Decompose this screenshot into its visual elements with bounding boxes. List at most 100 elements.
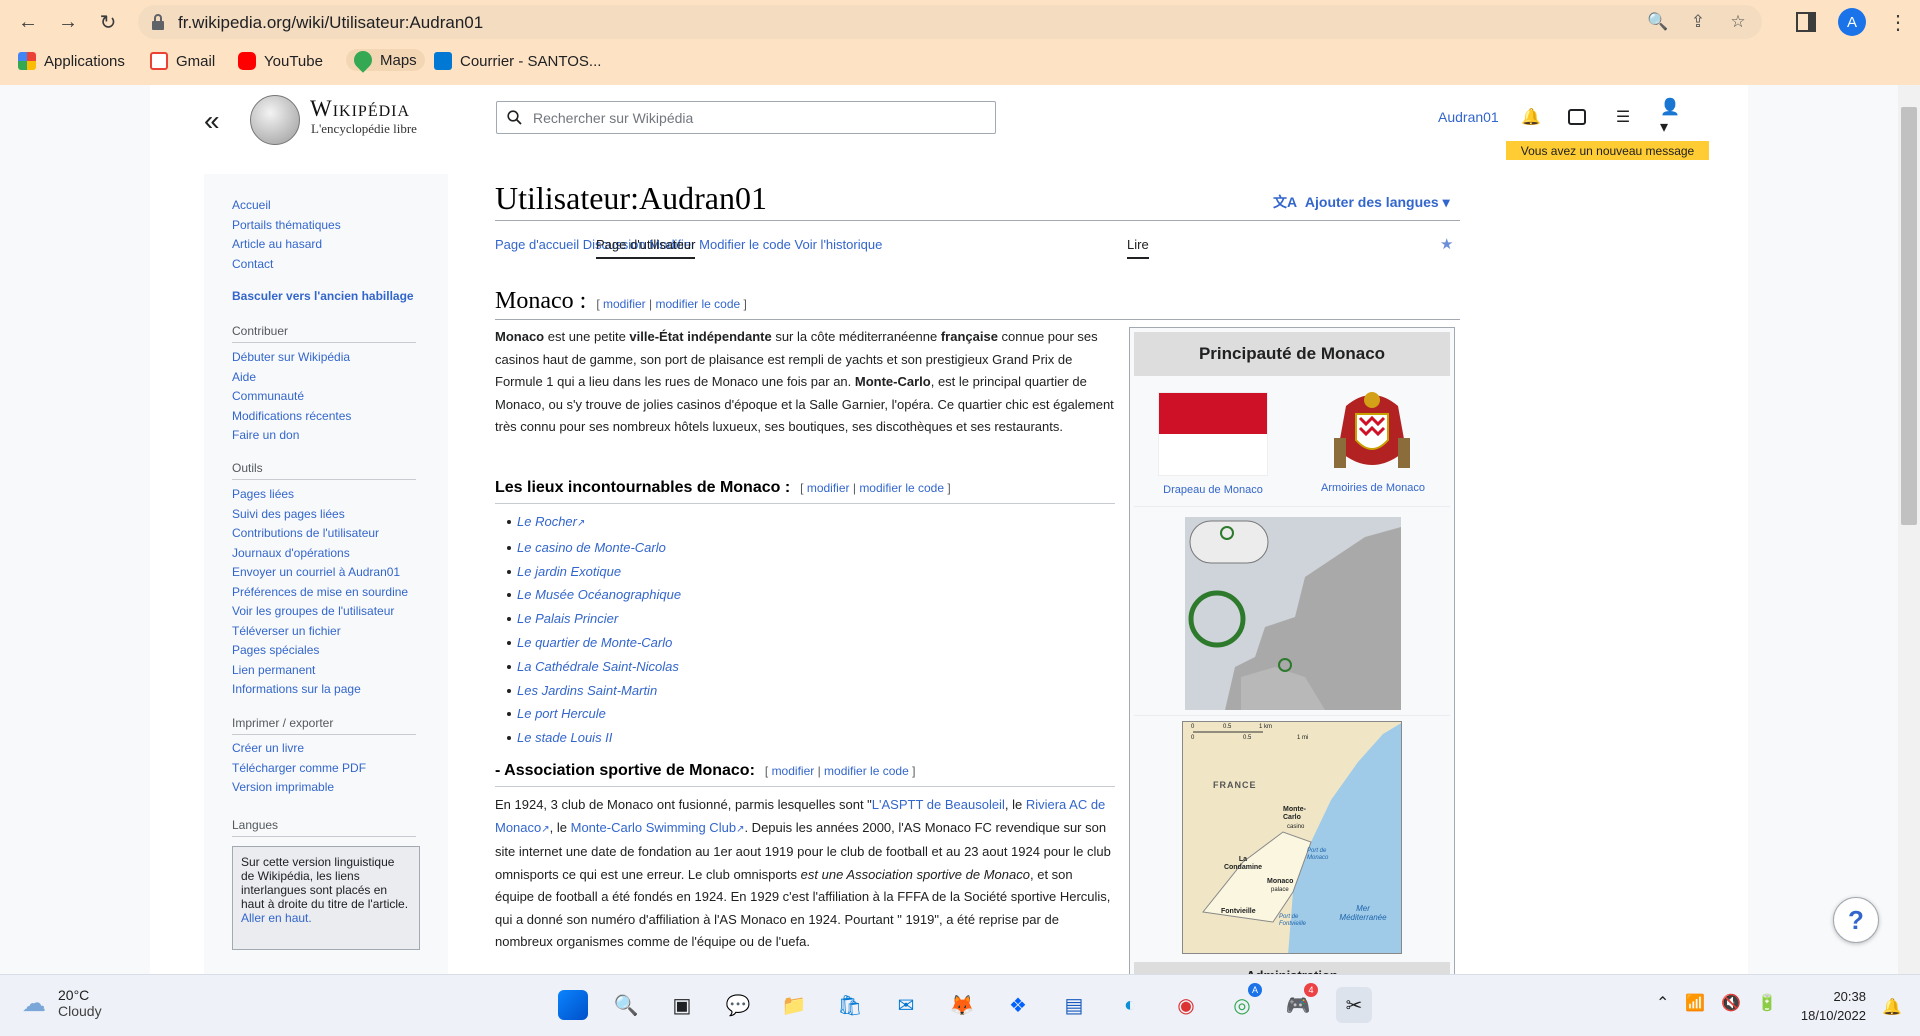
sidebar-item-accueil[interactable]: Accueil xyxy=(232,196,341,216)
bookmark-star-icon[interactable]: ☆ xyxy=(1728,12,1748,32)
reload-icon[interactable]: ↻ xyxy=(96,10,120,34)
messages-inbox-icon[interactable] xyxy=(1568,109,1586,125)
sidebar-item-tool[interactable]: Envoyer un courriel à Audran01 xyxy=(232,563,408,583)
bookmark-courrier[interactable]: Courrier - SANTOS... xyxy=(434,52,601,70)
url-text[interactable]: fr.wikipedia.org/wiki/Utilisateur:Audran… xyxy=(178,13,483,33)
wikipedia-globe-logo[interactable] xyxy=(250,95,300,145)
arms-caption-link[interactable]: Armoiries de Monaco xyxy=(1306,482,1440,494)
forward-arrow-icon[interactable]: → xyxy=(56,10,80,34)
zoom-icon[interactable]: 🔍 xyxy=(1647,12,1668,32)
app-red-icon[interactable]: ◉ xyxy=(1168,987,1204,1023)
dropbox-icon[interactable]: ❖ xyxy=(1000,987,1036,1023)
sidebar-item-tool[interactable]: Pages spéciales xyxy=(232,641,408,661)
edge-icon[interactable]: ◐ xyxy=(1112,987,1148,1023)
share-icon[interactable]: ⇪ xyxy=(1688,12,1708,32)
place-link[interactable]: Le Musée Océanographique xyxy=(517,587,681,602)
bookmark-maps[interactable]: Maps xyxy=(346,47,425,73)
discord-icon[interactable]: 🎮 4 xyxy=(1280,983,1318,1023)
edit-section-link[interactable]: modifier xyxy=(772,764,815,778)
tab-lire[interactable]: Lire xyxy=(1127,237,1149,259)
task-view-icon[interactable]: ▣ xyxy=(664,987,700,1023)
collapse-menu-icon[interactable]: « xyxy=(204,105,220,137)
swimming-club-link[interactable]: Monte-Carlo Swimming Club xyxy=(571,820,736,835)
tab-page-utilisateur[interactable]: Page d'utilisateur xyxy=(596,237,696,259)
place-link[interactable]: Le Rocher xyxy=(517,514,577,529)
tab-historique[interactable]: Voir l'historique xyxy=(795,237,883,252)
teams-chat-icon[interactable]: 💬 xyxy=(720,987,756,1023)
monaco-city-map[interactable]: 0 0.5 1 km 0 0.5 1 mi FRANCE Monte-Carlo… xyxy=(1182,721,1402,954)
wifi-icon[interactable]: 📶 xyxy=(1685,993,1705,1013)
place-link[interactable]: Le port Hercule xyxy=(517,706,606,721)
edit-section-link[interactable]: modifier xyxy=(603,297,646,311)
battery-icon[interactable]: 🔋 xyxy=(1757,993,1777,1013)
clock[interactable]: 20:38 18/10/2022 xyxy=(1786,987,1866,1025)
sidebar-item-tool[interactable]: Téléverser un fichier xyxy=(232,622,408,642)
edit-code-section-link[interactable]: modifier le code xyxy=(859,481,944,495)
flag-caption-link[interactable]: Drapeau de Monaco xyxy=(1150,484,1276,496)
firefox-icon[interactable]: 🦊 xyxy=(944,987,980,1023)
tab-page-accueil[interactable]: Page d'accueil xyxy=(495,237,579,252)
place-link[interactable]: Le quartier de Monte-Carlo xyxy=(517,635,672,650)
watch-star-icon[interactable]: ★ xyxy=(1440,235,1453,253)
sidebar-item-tool[interactable]: Suivi des pages liées xyxy=(232,505,408,525)
snipping-tool-icon[interactable]: ✂ xyxy=(1336,987,1372,1023)
place-link[interactable]: Le stade Louis II xyxy=(517,730,612,745)
chrome-icon[interactable]: ◎ A xyxy=(1224,983,1262,1023)
sidebar-item-modifications[interactable]: Modifications récentes xyxy=(232,407,351,427)
place-link[interactable]: Le casino de Monte-Carlo xyxy=(517,540,666,555)
sidebar-item-tool[interactable]: Journaux d'opérations xyxy=(232,544,408,564)
sidebar-item-contact[interactable]: Contact xyxy=(232,255,341,275)
coat-of-arms-image[interactable] xyxy=(1326,388,1418,476)
chevron-up-icon[interactable]: ⌃ xyxy=(1656,993,1669,1013)
place-link[interactable]: Le jardin Exotique xyxy=(517,564,621,579)
sidebar-item-tool[interactable]: Voir les groupes de l'utilisateur xyxy=(232,602,408,622)
back-arrow-icon[interactable]: ← xyxy=(16,10,40,34)
file-explorer-icon[interactable]: 📁 xyxy=(776,987,812,1023)
edit-code-section-link[interactable]: modifier le code xyxy=(824,764,909,778)
profile-avatar[interactable]: A xyxy=(1838,8,1866,36)
windows-start-icon[interactable] xyxy=(558,990,588,1020)
user-menu-icon[interactable]: 👤▾ xyxy=(1660,99,1682,136)
sidebar-item-export[interactable]: Télécharger comme PDF xyxy=(232,759,366,779)
sidebar-item-tool[interactable]: Contributions de l'utilisateur xyxy=(232,524,408,544)
go-top-link[interactable]: Aller en haut. xyxy=(241,911,411,925)
search-taskbar-icon[interactable]: 🔍 xyxy=(608,987,644,1023)
sidebar-item-aide[interactable]: Aide xyxy=(232,368,351,388)
sidebar-item-tool[interactable]: Informations sur la page xyxy=(232,680,408,700)
word-icon[interactable]: ▤ xyxy=(1056,987,1092,1023)
notification-bell-icon[interactable]: 🔔 xyxy=(1882,997,1902,1017)
sidebar-item-hasard[interactable]: Article au hasard xyxy=(232,235,341,255)
monaco-flag-image[interactable] xyxy=(1158,392,1268,476)
sidebar-item-tool[interactable]: Lien permanent xyxy=(232,661,408,681)
place-link[interactable]: La Cathédrale Saint-Nicolas xyxy=(517,659,679,674)
sidebar-item-tool[interactable]: Pages liées xyxy=(232,485,408,505)
address-bar[interactable]: fr.wikipedia.org/wiki/Utilisateur:Audran… xyxy=(138,5,1762,39)
sidebar-item-portails[interactable]: Portails thématiques xyxy=(232,216,341,236)
store-icon[interactable]: 🛍 xyxy=(832,987,868,1023)
sidebar-item-export[interactable]: Version imprimable xyxy=(232,778,366,798)
edit-code-section-link[interactable]: modifier le code xyxy=(655,297,740,311)
weather-widget[interactable]: ☁ 20°C Cloudy xyxy=(22,987,102,1019)
bookmark-youtube[interactable]: YouTube xyxy=(238,52,323,70)
sidebar-item-debuter[interactable]: Débuter sur Wikipédia xyxy=(232,348,351,368)
watchlist-icon[interactable]: ☰ xyxy=(1612,106,1634,128)
help-button[interactable]: ? xyxy=(1833,897,1879,943)
speaker-muted-icon[interactable]: 🔇 xyxy=(1721,993,1741,1013)
tab-modifier-code[interactable]: Modifier le code xyxy=(699,237,791,252)
place-link[interactable]: Les Jardins Saint-Martin xyxy=(517,683,657,698)
wikipedia-wordmark[interactable]: Wikipédia xyxy=(310,96,410,122)
switch-skin-link[interactable]: Basculer vers l'ancien habillage xyxy=(232,289,414,303)
notifications-bell-icon[interactable]: 🔔 xyxy=(1520,106,1542,128)
mail-icon[interactable]: ✉ xyxy=(888,987,924,1023)
asptt-link[interactable]: L'ASPTT de Beausoleil xyxy=(872,797,1005,812)
sidebar-item-communaute[interactable]: Communauté xyxy=(232,387,351,407)
place-link[interactable]: Le Palais Princier xyxy=(517,611,618,626)
europe-locator-map[interactable] xyxy=(1185,517,1401,710)
edit-section-link[interactable]: modifier xyxy=(807,481,850,495)
sidebar-item-tool[interactable]: Préférences de mise en sourdine xyxy=(232,583,408,603)
more-menu-icon[interactable]: ⋮ xyxy=(1888,10,1908,35)
bookmark-gmail[interactable]: Gmail xyxy=(150,52,215,70)
add-languages-button[interactable]: 文A Ajouter des langues ▾ xyxy=(1273,192,1450,212)
sidebar-item-export[interactable]: Créer un livre xyxy=(232,739,366,759)
scrollbar-thumb[interactable] xyxy=(1901,107,1917,525)
